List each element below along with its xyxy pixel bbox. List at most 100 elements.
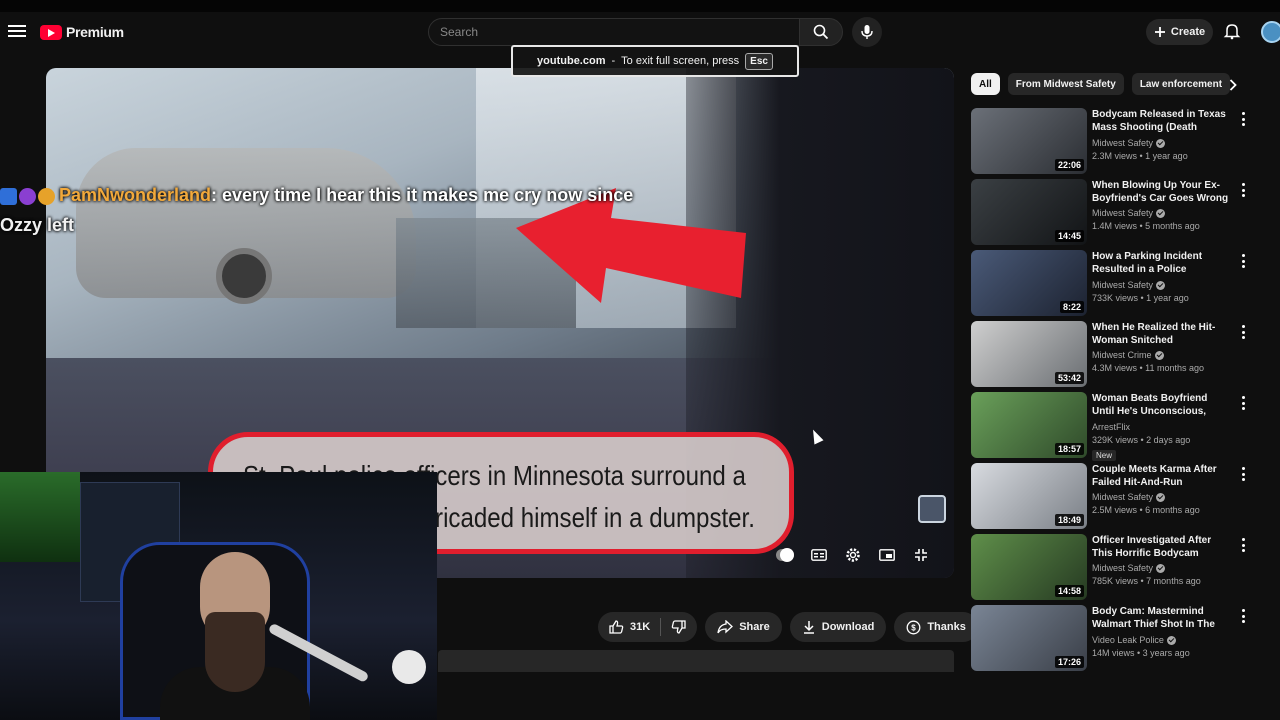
esc-key-label: Esc: [745, 52, 773, 70]
video-thumbnail[interactable]: 22:06: [971, 108, 1087, 174]
download-icon: [803, 621, 814, 634]
toast-message: To exit full screen, press: [621, 55, 740, 67]
recommendation-item[interactable]: 8:22 How a Parking Incident Resulted in a…: [971, 250, 1251, 321]
recommendation-item[interactable]: 22:06 Bodycam Released in Texas Mass Shoo…: [971, 108, 1251, 179]
chips-next-button[interactable]: [1224, 76, 1242, 94]
search-input[interactable]: Search: [428, 18, 800, 46]
notifications-bell-icon[interactable]: [1223, 22, 1241, 40]
youtube-premium-logo[interactable]: Premium: [40, 24, 124, 40]
chevron-right-icon: [1229, 79, 1237, 91]
recommendation-info: Woman Beats Boyfriend Until He's Unconsc…: [1092, 392, 1232, 463]
more-options-icon[interactable]: [1240, 183, 1246, 197]
verified-check-icon: [1154, 350, 1164, 360]
chat-badges: [0, 187, 55, 205]
search-icon: [813, 24, 829, 40]
toast-separator: -: [611, 55, 616, 67]
share-icon: [717, 620, 734, 634]
closed-captions-icon: [811, 549, 827, 561]
recommendation-title[interactable]: Officer Investigated After This Horrific…: [1092, 534, 1232, 560]
video-thumbnail[interactable]: 14:58: [971, 534, 1087, 600]
like-button[interactable]: 31K: [598, 612, 660, 642]
more-options-icon[interactable]: [1240, 467, 1246, 481]
video-thumbnail[interactable]: 18:49: [971, 463, 1087, 529]
recommendation-title[interactable]: Woman Beats Boyfriend Until He's Unconsc…: [1092, 392, 1232, 419]
recommendation-channel-row: Midwest Safety: [1092, 492, 1232, 502]
settings-button[interactable]: [844, 546, 862, 564]
share-button[interactable]: Share: [705, 612, 782, 642]
recommendation-channel-row: Midwest Safety: [1092, 208, 1232, 218]
recommendation-channel[interactable]: Midwest Crime: [1092, 350, 1152, 360]
thanks-button[interactable]: $ Thanks: [894, 612, 978, 642]
chip-all[interactable]: All: [971, 73, 1000, 95]
recommendation-item[interactable]: 14:45 When Blowing Up Your Ex-Boyfriend's…: [971, 179, 1251, 250]
video-thumbnail[interactable]: 17:26: [971, 605, 1087, 671]
recommendation-item[interactable]: 53:42 When He Realized the Hit-Woman Snit…: [971, 321, 1251, 392]
recommendation-meta: 2.3M views • 1 year ago: [1092, 151, 1188, 161]
recommendation-channel[interactable]: Midwest Safety: [1092, 492, 1153, 502]
recommendation-meta: 733K views • 1 year ago: [1092, 293, 1189, 303]
create-button[interactable]: Create: [1146, 19, 1213, 45]
recommendation-title[interactable]: When He Realized the Hit-Woman Snitched: [1092, 321, 1232, 347]
verified-check-icon: [1156, 280, 1166, 290]
autoplay-switch-icon: [776, 548, 794, 562]
more-options-icon[interactable]: [1240, 112, 1246, 126]
search-button[interactable]: [799, 18, 843, 46]
police-badge-logo: [918, 495, 946, 523]
recommendation-channel-row: Midwest Safety: [1092, 138, 1232, 148]
recommendation-title[interactable]: When Blowing Up Your Ex-Boyfriend's Car …: [1092, 179, 1232, 205]
recommendation-meta: 1.4M views • 5 months ago: [1092, 221, 1200, 231]
more-options-icon[interactable]: [1240, 325, 1246, 339]
recommendation-title[interactable]: Couple Meets Karma After Failed Hit-And-…: [1092, 463, 1232, 489]
webcam-window: [0, 472, 80, 562]
recommendation-channel-row: ArrestFlix: [1092, 422, 1232, 432]
chat-message: PamNwonderland: every time I hear this i…: [0, 180, 700, 210]
recommendation-item[interactable]: 17:26 Body Cam: Mastermind Walmart Thief …: [971, 605, 1251, 676]
recommendation-meta: 14M views • 3 years ago: [1092, 648, 1190, 658]
fullscreen-exit-toast: youtube.com - To exit full screen, press…: [511, 45, 799, 77]
recommendation-channel[interactable]: Midwest Safety: [1092, 208, 1153, 218]
recommendation-title[interactable]: Body Cam: Mastermind Walmart Thief Shot …: [1092, 605, 1232, 632]
miniplayer-button[interactable]: [878, 546, 896, 564]
voice-search-button[interactable]: [852, 17, 882, 47]
svg-text:$: $: [912, 623, 917, 632]
recommendation-channel[interactable]: Midwest Safety: [1092, 563, 1153, 573]
verified-check-icon: [1156, 492, 1166, 502]
exit-fullscreen-button[interactable]: [912, 546, 930, 564]
recommendation-channel[interactable]: Midwest Safety: [1092, 138, 1153, 148]
recommendation-info: When He Realized the Hit-Woman Snitched M…: [1092, 321, 1232, 373]
chip-from-midwest-safety[interactable]: From Midwest Safety: [1007, 73, 1124, 95]
more-options-icon[interactable]: [1240, 538, 1246, 552]
recommendation-channel[interactable]: Midwest Safety: [1092, 280, 1153, 290]
webcam-beard: [205, 612, 265, 692]
bits-badge-icon: [38, 187, 55, 205]
recommendation-title[interactable]: Bodycam Released in Texas Mass Shooting …: [1092, 108, 1232, 135]
video-thumbnail[interactable]: 53:42: [971, 321, 1087, 387]
streamer-webcam: [0, 472, 437, 720]
download-button[interactable]: Download: [789, 612, 887, 642]
account-avatar[interactable]: [1261, 21, 1280, 43]
recommendation-title[interactable]: How a Parking Incident Resulted in a Pol…: [1092, 250, 1232, 277]
autoplay-toggle[interactable]: [776, 546, 794, 564]
video-frame-wheel: [216, 248, 272, 304]
video-thumbnail[interactable]: 14:45: [971, 179, 1087, 245]
chip-law-enforcement[interactable]: Law enforcement: [1131, 73, 1231, 95]
more-options-icon[interactable]: [1240, 609, 1246, 623]
recommendation-channel[interactable]: Video Leak Police: [1092, 635, 1164, 645]
recommendation-channel-row: Midwest Safety: [1092, 563, 1232, 573]
dislike-button[interactable]: [661, 612, 697, 642]
video-duration: 53:42: [1054, 372, 1084, 384]
recommendation-channel[interactable]: ArrestFlix: [1092, 422, 1130, 432]
recommendation-item[interactable]: 18:49 Couple Meets Karma After Failed Hit…: [971, 463, 1251, 534]
hamburger-menu-icon[interactable]: [8, 22, 26, 40]
share-label: Share: [739, 621, 770, 633]
recommendation-item[interactable]: 18:57 Woman Beats Boyfriend Until He's Un…: [971, 392, 1251, 463]
chat-username: PamNwonderland: [59, 185, 212, 205]
plus-icon: [1154, 27, 1165, 37]
recommendation-item[interactable]: 14:58 Officer Investigated After This Hor…: [971, 534, 1251, 605]
more-options-icon[interactable]: [1240, 254, 1246, 268]
video-thumbnail[interactable]: 18:57: [971, 392, 1087, 458]
description-box[interactable]: [438, 650, 954, 672]
more-options-icon[interactable]: [1240, 396, 1246, 410]
subtitles-button[interactable]: [810, 546, 828, 564]
video-thumbnail[interactable]: 8:22: [971, 250, 1087, 316]
